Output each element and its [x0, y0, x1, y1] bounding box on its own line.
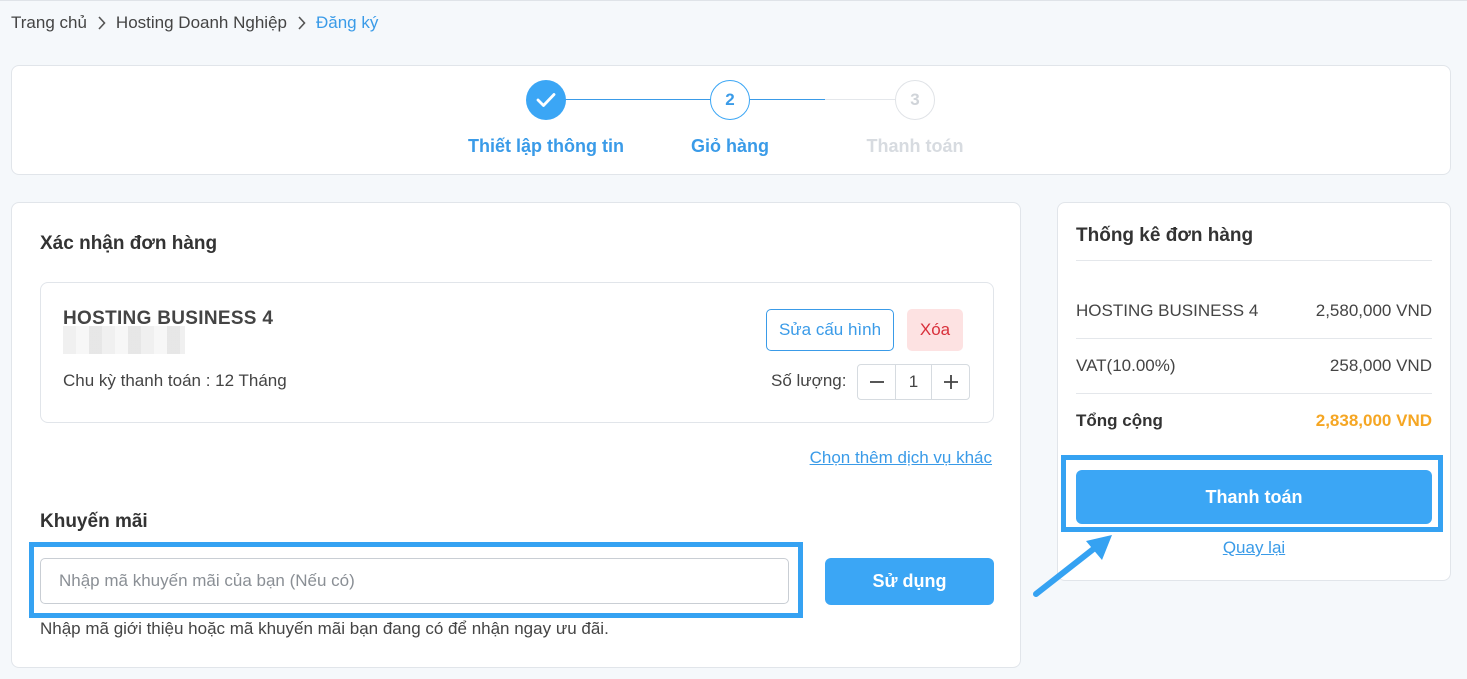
total-value: 2,838,000 VND [1315, 411, 1432, 430]
summary-divider [1076, 338, 1432, 339]
summary-title: Thống kê đơn hàng [1076, 225, 1254, 246]
step-3-circle: 3 [895, 80, 935, 120]
summary-row-product: HOSTING BUSINESS 4 2,580,000 VND [1076, 301, 1432, 321]
chevron-right-icon [297, 16, 306, 30]
total-label: Tổng cộng [1076, 411, 1163, 430]
summary-row-value: 2,580,000 VND [1315, 301, 1432, 320]
step-connector-2-progress [750, 99, 825, 100]
step-2-label: Giỏ hàng [691, 136, 769, 156]
billing-cycle: Chu kỳ thanh toán : 12 Tháng [63, 371, 287, 390]
delete-button[interactable]: Xóa [907, 309, 963, 351]
apply-promo-button[interactable]: Sử dụng [825, 558, 994, 605]
summary-divider [1076, 260, 1432, 261]
chevron-right-icon [97, 16, 106, 30]
plus-icon[interactable] [932, 365, 969, 399]
quantity-stepper: 1 [857, 364, 970, 400]
summary-row-vat: VAT(10.00%) 258,000 VND [1076, 356, 1432, 376]
summary-divider [1076, 393, 1432, 394]
summary-row-value: 258,000 VND [1329, 356, 1432, 375]
breadcrumb-category[interactable]: Hosting Doanh Nghiệp [116, 13, 287, 33]
order-title: Xác nhận đơn hàng [40, 233, 218, 254]
product-item: HOSTING BUSINESS 4 Chu kỳ thanh toán : 1… [40, 282, 994, 423]
breadcrumb: Trang chủ Hosting Doanh Nghiệp Đăng ký [11, 13, 378, 33]
top-border [0, 0, 1467, 1]
step-1-label: Thiết lập thông tin [468, 136, 624, 156]
quantity-label: Số lượng: [771, 371, 847, 390]
pay-button[interactable]: Thanh toán [1076, 470, 1432, 524]
edit-config-button[interactable]: Sửa cấu hình [766, 309, 894, 351]
summary-row-label: HOSTING BUSINESS 4 [1076, 301, 1259, 320]
promo-code-input[interactable] [40, 558, 789, 604]
promo-title: Khuyến mãi [40, 511, 148, 532]
checkout-stepper: 2 3 Thiết lập thông tin Giỏ hàng Thanh t… [11, 65, 1451, 175]
summary-row-total: Tổng cộng 2,838,000 VND [1076, 411, 1432, 431]
minus-icon[interactable] [858, 365, 895, 399]
step-1-circle [526, 80, 566, 120]
promo-hint: Nhập mã giới thiệu hoặc mã khuyến mãi bạ… [40, 619, 609, 638]
check-icon [536, 93, 556, 107]
blurred-domain [63, 326, 185, 354]
arrow-icon [1033, 535, 1112, 597]
more-services-link[interactable]: Chọn thêm dịch vụ khác [810, 448, 992, 468]
summary-row-label: VAT(10.00%) [1076, 356, 1176, 375]
step-3-label: Thanh toán [866, 136, 964, 156]
quantity-value[interactable]: 1 [895, 365, 932, 399]
step-2-circle: 2 [710, 80, 750, 120]
order-confirmation-card: Xác nhận đơn hàng HOSTING BUSINESS 4 Chu… [11, 202, 1021, 668]
breadcrumb-home[interactable]: Trang chủ [11, 13, 87, 33]
breadcrumb-current: Đăng ký [315, 13, 379, 32]
back-link[interactable]: Quay lại [1223, 538, 1285, 558]
step-connector-1 [565, 99, 730, 100]
